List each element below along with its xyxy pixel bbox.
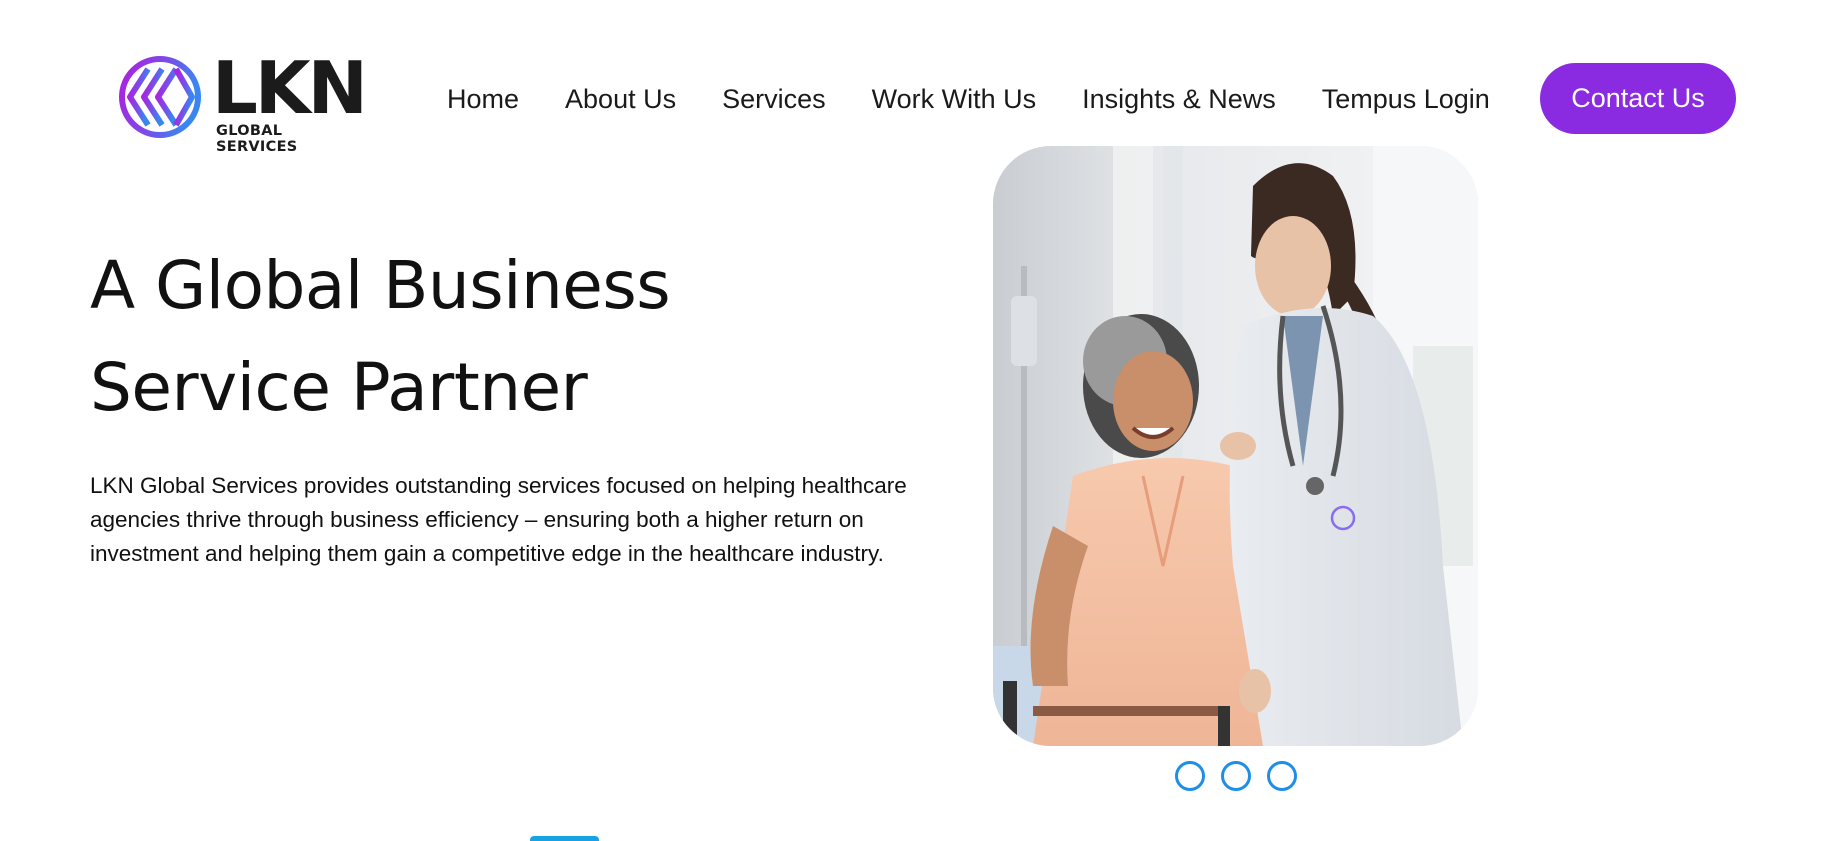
doctor-patient-photo: [993, 146, 1478, 746]
nav-insights-news[interactable]: Insights & News: [1082, 84, 1276, 115]
nav-home[interactable]: Home: [447, 84, 519, 115]
brand-subtitle: GLOBAL SERVICES: [216, 123, 298, 155]
nav-tempus-login[interactable]: Tempus Login: [1322, 84, 1490, 115]
nav-about-us[interactable]: About Us: [565, 84, 676, 115]
carousel-dot-3[interactable]: [1267, 761, 1297, 791]
hero-title: A Global Business Service Partner: [90, 247, 671, 426]
logo-text: LKN GLOBAL SERVICES: [212, 46, 368, 155]
page: LKN GLOBAL SERVICES Home About Us Servic…: [0, 0, 1831, 841]
contact-us-button[interactable]: Contact Us: [1540, 63, 1736, 134]
site-header: LKN GLOBAL SERVICES Home About Us Servic…: [0, 0, 1831, 155]
hero-description: LKN Global Services provides outstanding…: [90, 473, 907, 566]
carousel-indicators: [1175, 761, 1297, 791]
main-nav: Home About Us Services Work With Us Insi…: [447, 72, 1490, 126]
carousel-dot-1[interactable]: [1175, 761, 1205, 791]
scroll-section-tab[interactable]: [530, 836, 599, 841]
hero-image: [993, 146, 1478, 746]
brand-name: LKN: [212, 46, 368, 130]
carousel-dot-2[interactable]: [1221, 761, 1251, 791]
site-logo[interactable]: LKN GLOBAL SERVICES: [118, 52, 368, 155]
nav-services[interactable]: Services: [722, 84, 826, 115]
lkn-chevron-logo-icon: [119, 56, 201, 138]
nav-work-with-us[interactable]: Work With Us: [872, 84, 1037, 115]
